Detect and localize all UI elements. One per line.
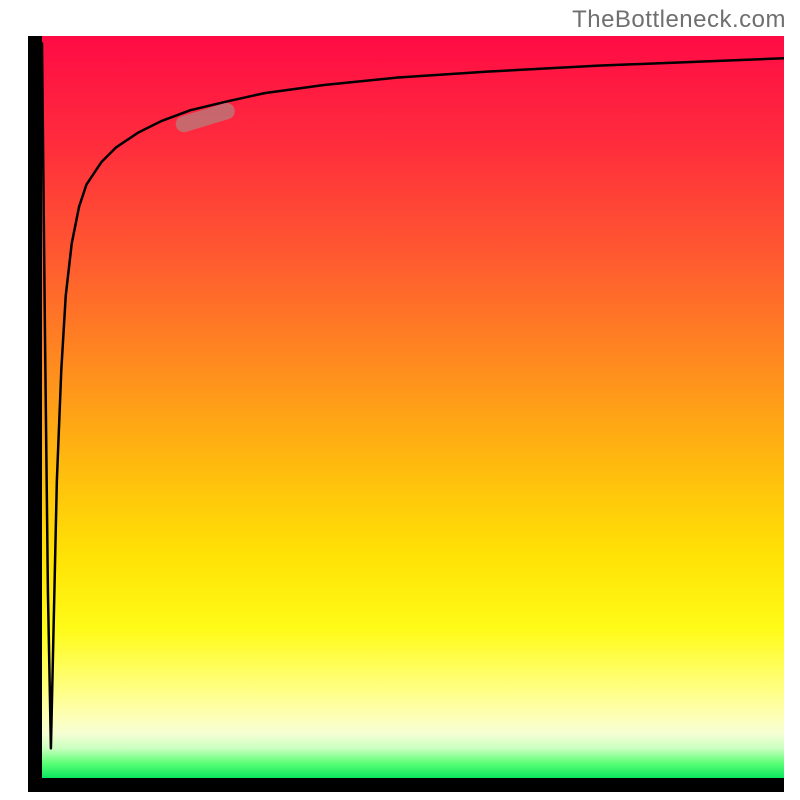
plot-frame: [28, 36, 784, 792]
attribution-text: TheBottleneck.com: [572, 6, 786, 34]
chart-root: TheBottleneck.com: [0, 0, 800, 800]
dip-curve: [42, 43, 784, 748]
curve-group: [42, 43, 784, 748]
plot-svg: [42, 36, 784, 778]
